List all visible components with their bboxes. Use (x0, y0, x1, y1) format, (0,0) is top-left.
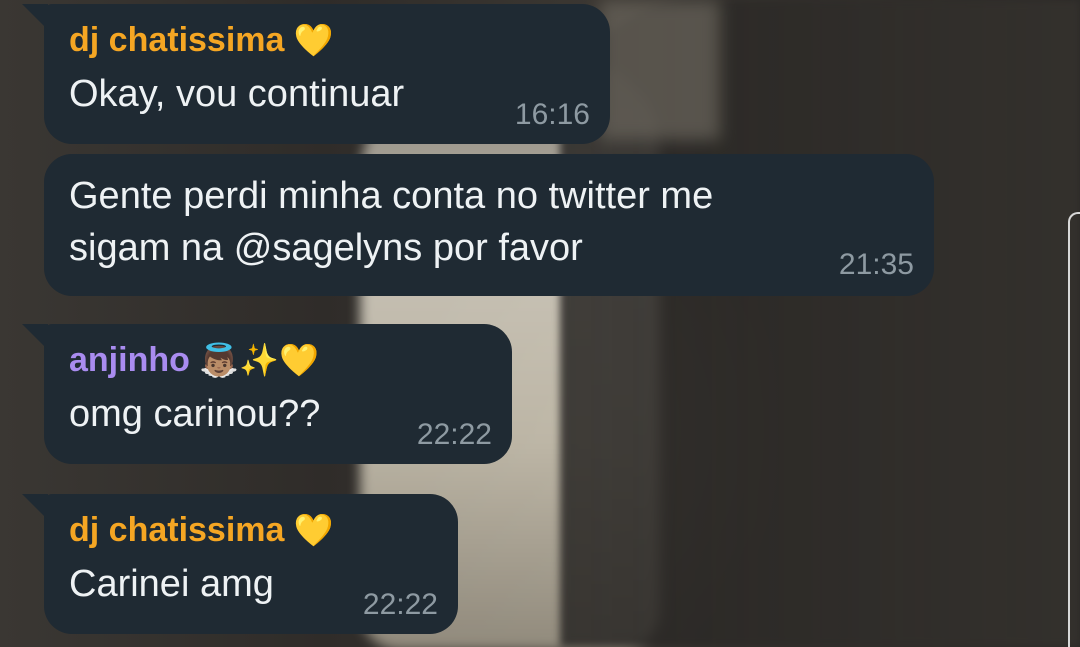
yellow-heart-icon: 💛 (293, 22, 334, 58)
message-bubble[interactable]: dj chatissima 💛 Carinei amg 22:22 (22, 494, 458, 634)
bubble-tail (22, 324, 48, 350)
message-text-line: Gente perdi minha conta no twitter me (69, 175, 714, 217)
message-timestamp: 21:35 (838, 248, 914, 281)
message-text: Okay, vou continuar (69, 73, 405, 115)
message-bubble[interactable]: Gente perdi minha conta no twitter me si… (44, 154, 934, 296)
message-bubble[interactable]: dj chatissima 💛 Okay, vou continuar 16:1… (22, 4, 610, 144)
sender-name[interactable]: dj chatissima 💛 (69, 510, 436, 550)
angel-sparkles-heart-icon: 👼🏽✨💛 (199, 342, 319, 378)
sender-name-text: anjinho (69, 341, 190, 379)
message-bubble[interactable]: anjinho 👼🏽✨💛 omg carinou?? 22:22 (22, 324, 512, 464)
yellow-heart-icon: 💛 (293, 512, 334, 548)
bubble-tail (22, 4, 48, 30)
sender-name[interactable]: dj chatissima 💛 (69, 20, 588, 60)
message-timestamp: 22:22 (362, 588, 438, 621)
message-text-line: sigam na @sagelyns por favor (69, 227, 583, 269)
bubble-tail (22, 494, 48, 520)
scrollbar-edge[interactable] (1068, 212, 1080, 647)
message-timestamp: 16:16 (514, 98, 590, 131)
message-timestamp: 22:22 (416, 418, 492, 451)
sender-name-text: dj chatissima (69, 21, 285, 59)
sender-name[interactable]: anjinho 👼🏽✨💛 (69, 340, 490, 380)
sender-name-text: dj chatissima (69, 511, 285, 549)
wallpaper-highlight (600, 0, 720, 140)
